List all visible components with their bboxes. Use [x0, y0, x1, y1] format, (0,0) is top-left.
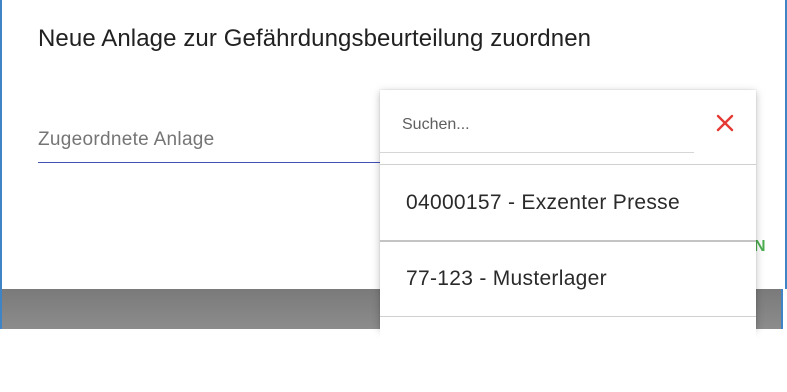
plant-option-label: 04000157 - Exzenter Presse — [406, 190, 680, 214]
dialog-title: Neue Anlage zur Gefährdungsbeurteilung z… — [38, 25, 592, 52]
close-icon — [716, 114, 734, 132]
plant-option-label: 77-123 - Musterlager — [406, 267, 607, 290]
dropdown-search-bar — [380, 90, 756, 164]
assigned-plant-select[interactable]: Zugeordnete Anlage — [38, 124, 384, 163]
plant-options-list: 04000157 - Exzenter Presse 77-123 - Must… — [380, 164, 756, 392]
search-input[interactable] — [402, 110, 672, 140]
plant-dropdown-panel: 04000157 - Exzenter Presse 77-123 - Must… — [380, 90, 756, 392]
plant-option[interactable]: 04000157 - Exzenter Presse — [380, 164, 756, 240]
plant-option[interactable]: 77-123 - Musterlager — [380, 240, 756, 316]
search-underline — [380, 152, 694, 153]
assigned-plant-label: Zugeordnete Anlage — [38, 129, 215, 150]
clear-search-button[interactable] — [710, 108, 740, 138]
plant-option-partial[interactable] — [380, 316, 756, 392]
